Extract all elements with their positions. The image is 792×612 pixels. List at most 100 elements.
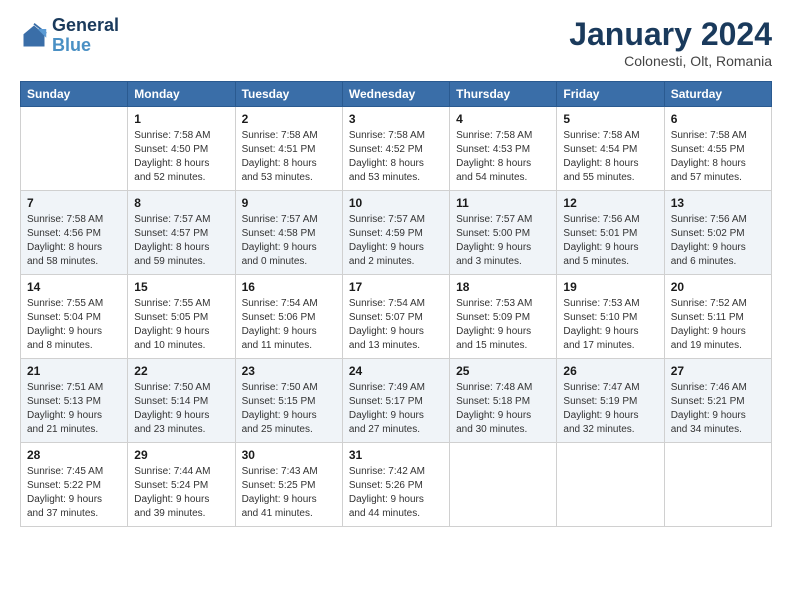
calendar-cell: 25Sunrise: 7:48 AMSunset: 5:18 PMDayligh… [450,359,557,443]
calendar-cell: 18Sunrise: 7:53 AMSunset: 5:09 PMDayligh… [450,275,557,359]
day-info: Sunrise: 7:58 AMSunset: 4:51 PMDaylight:… [242,129,336,185]
day-info: Sunrise: 7:56 AMSunset: 5:02 PMDaylight:… [671,213,765,269]
day-number: 7 [27,196,121,210]
calendar-cell: 2Sunrise: 7:58 AMSunset: 4:51 PMDaylight… [235,107,342,191]
day-info: Sunrise: 7:50 AMSunset: 5:14 PMDaylight:… [134,381,228,437]
day-number: 1 [134,112,228,126]
day-info: Sunrise: 7:57 AMSunset: 5:00 PMDaylight:… [456,213,550,269]
calendar-cell: 11Sunrise: 7:57 AMSunset: 5:00 PMDayligh… [450,191,557,275]
day-number: 31 [349,448,443,462]
day-number: 15 [134,280,228,294]
calendar-cell: 14Sunrise: 7:55 AMSunset: 5:04 PMDayligh… [21,275,128,359]
day-number: 29 [134,448,228,462]
calendar-cell [21,107,128,191]
day-number: 24 [349,364,443,378]
calendar-cell: 23 Sunrise: 7:50 AMSunset: 5:15 PMDayligh… [235,359,342,443]
day-info: Sunrise: 7:55 AMSunset: 5:05 PMDaylight:… [134,297,228,353]
calendar-cell: 27 Sunrise: 7:46 AMSunset: 5:21 PMDayligh… [664,359,771,443]
subtitle: Colonesti, Olt, Romania [569,53,772,69]
day-number: 10 [349,196,443,210]
main-title: January 2024 [569,16,772,53]
calendar-cell: 22 Sunrise: 7:50 AMSunset: 5:14 PMDayligh… [128,359,235,443]
day-number: 21 [27,364,121,378]
calendar-cell [664,443,771,527]
calendar-cell: 24 Sunrise: 7:49 AMSunset: 5:17 PMDayligh… [342,359,449,443]
day-number: 28 [27,448,121,462]
weekday-header: Friday [557,82,664,107]
logo: General Blue [20,16,119,56]
calendar-cell: 3Sunrise: 7:58 AMSunset: 4:52 PMDaylight… [342,107,449,191]
weekday-header: Monday [128,82,235,107]
day-info: Sunrise: 7:53 AMSunset: 5:09 PMDaylight:… [456,297,550,353]
day-info: Sunrise: 7:45 AMSunset: 5:22 PMDaylight:… [27,465,121,521]
calendar-cell: 16Sunrise: 7:54 AMSunset: 5:06 PMDayligh… [235,275,342,359]
weekday-header: Sunday [21,82,128,107]
day-info: Sunrise: 7:58 AMSunset: 4:56 PMDaylight:… [27,213,121,269]
day-info: Sunrise: 7:50 AMSunset: 5:15 PMDaylight:… [242,381,336,437]
calendar-cell [450,443,557,527]
calendar-cell: 5 Sunrise: 7:58 AMSunset: 4:54 PMDaylight… [557,107,664,191]
day-info: Sunrise: 7:58 AMSunset: 4:53 PMDaylight:… [456,129,550,185]
day-info: Sunrise: 7:58 AMSunset: 4:52 PMDaylight:… [349,129,443,185]
weekday-header: Thursday [450,82,557,107]
day-number: 6 [671,112,765,126]
calendar-cell: 7 Sunrise: 7:58 AMSunset: 4:56 PMDaylight… [21,191,128,275]
day-info: Sunrise: 7:56 AMSunset: 5:01 PMDaylight:… [563,213,657,269]
day-number: 26 [563,364,657,378]
day-number: 27 [671,364,765,378]
header: General Blue January 2024 Colonesti, Olt… [20,16,772,69]
page: General Blue January 2024 Colonesti, Olt… [0,0,792,612]
calendar: SundayMondayTuesdayWednesdayThursdayFrid… [20,81,772,527]
day-info: Sunrise: 7:53 AMSunset: 5:10 PMDaylight:… [563,297,657,353]
day-info: Sunrise: 7:58 AMSunset: 4:55 PMDaylight:… [671,129,765,185]
calendar-week-row: 1 Sunrise: 7:58 AMSunset: 4:50 PMDaylight… [21,107,772,191]
day-number: 19 [563,280,657,294]
day-number: 12 [563,196,657,210]
day-number: 13 [671,196,765,210]
day-number: 20 [671,280,765,294]
calendar-week-row: 14Sunrise: 7:55 AMSunset: 5:04 PMDayligh… [21,275,772,359]
calendar-cell: 9 Sunrise: 7:57 AMSunset: 4:58 PMDaylight… [235,191,342,275]
day-info: Sunrise: 7:54 AMSunset: 5:07 PMDaylight:… [349,297,443,353]
day-info: Sunrise: 7:52 AMSunset: 5:11 PMDaylight:… [671,297,765,353]
calendar-cell: 13 Sunrise: 7:56 AMSunset: 5:02 PMDayligh… [664,191,771,275]
calendar-cell: 19 Sunrise: 7:53 AMSunset: 5:10 PMDayligh… [557,275,664,359]
day-info: Sunrise: 7:58 AMSunset: 4:54 PMDaylight:… [563,129,657,185]
calendar-cell: 28 Sunrise: 7:45 AMSunset: 5:22 PMDayligh… [21,443,128,527]
calendar-cell: 20 Sunrise: 7:52 AMSunset: 5:11 PMDayligh… [664,275,771,359]
calendar-week-row: 28 Sunrise: 7:45 AMSunset: 5:22 PMDayligh… [21,443,772,527]
calendar-cell: 10 Sunrise: 7:57 AMSunset: 4:59 PMDayligh… [342,191,449,275]
day-number: 9 [242,196,336,210]
calendar-cell: 15 Sunrise: 7:55 AMSunset: 5:05 PMDayligh… [128,275,235,359]
calendar-cell: 31 Sunrise: 7:42 AMSunset: 5:26 PMDayligh… [342,443,449,527]
day-info: Sunrise: 7:55 AMSunset: 5:04 PMDaylight:… [27,297,121,353]
calendar-cell: 29 Sunrise: 7:44 AMSunset: 5:24 PMDayligh… [128,443,235,527]
calendar-header-row: SundayMondayTuesdayWednesdayThursdayFrid… [21,82,772,107]
day-info: Sunrise: 7:51 AMSunset: 5:13 PMDaylight:… [27,381,121,437]
weekday-header: Tuesday [235,82,342,107]
day-info: Sunrise: 7:43 AMSunset: 5:25 PMDaylight:… [242,465,336,521]
calendar-cell: 6 Sunrise: 7:58 AMSunset: 4:55 PMDaylight… [664,107,771,191]
day-number: 17 [349,280,443,294]
day-info: Sunrise: 7:44 AMSunset: 5:24 PMDaylight:… [134,465,228,521]
day-info: Sunrise: 7:46 AMSunset: 5:21 PMDaylight:… [671,381,765,437]
logo-icon [20,22,48,50]
calendar-cell: 30Sunrise: 7:43 AMSunset: 5:25 PMDayligh… [235,443,342,527]
calendar-cell: 12 Sunrise: 7:56 AMSunset: 5:01 PMDayligh… [557,191,664,275]
day-info: Sunrise: 7:57 AMSunset: 4:58 PMDaylight:… [242,213,336,269]
calendar-week-row: 21 Sunrise: 7:51 AMSunset: 5:13 PMDayligh… [21,359,772,443]
day-info: Sunrise: 7:57 AMSunset: 4:59 PMDaylight:… [349,213,443,269]
day-number: 22 [134,364,228,378]
weekday-header: Saturday [664,82,771,107]
calendar-cell [557,443,664,527]
day-info: Sunrise: 7:49 AMSunset: 5:17 PMDaylight:… [349,381,443,437]
day-info: Sunrise: 7:42 AMSunset: 5:26 PMDaylight:… [349,465,443,521]
calendar-week-row: 7 Sunrise: 7:58 AMSunset: 4:56 PMDaylight… [21,191,772,275]
day-number: 5 [563,112,657,126]
calendar-cell: 17 Sunrise: 7:54 AMSunset: 5:07 PMDayligh… [342,275,449,359]
day-info: Sunrise: 7:57 AMSunset: 4:57 PMDaylight:… [134,213,228,269]
day-info: Sunrise: 7:54 AMSunset: 5:06 PMDaylight:… [242,297,336,353]
day-number: 23 [242,364,336,378]
day-number: 25 [456,364,550,378]
day-info: Sunrise: 7:58 AMSunset: 4:50 PMDaylight:… [134,129,228,185]
